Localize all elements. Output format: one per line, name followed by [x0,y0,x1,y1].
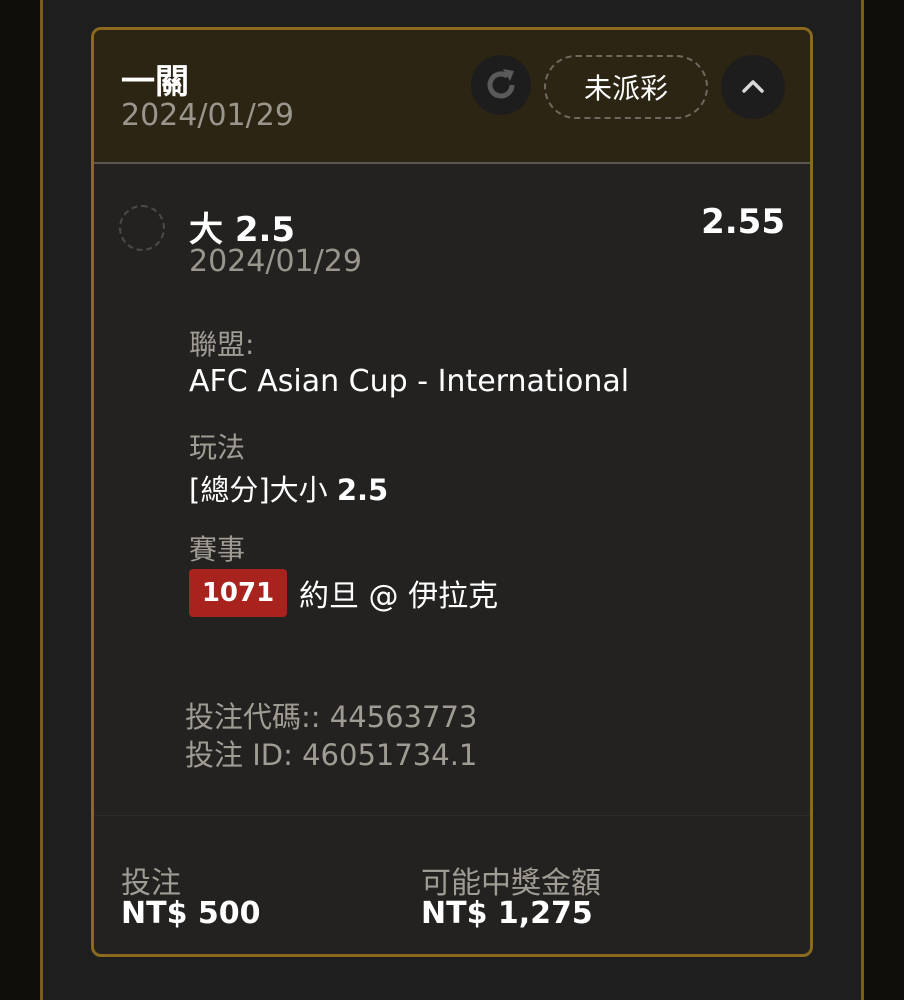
collapse-button[interactable] [721,55,785,119]
bet-type-title: 一關 [121,62,189,102]
league-value: AFC Asian Cup - International [189,364,630,399]
league-label: 聯盟: [189,328,255,361]
stake-value: NT$ 500 [121,896,261,931]
event-name: 約旦 @ 伊拉克 [299,579,499,614]
bet-slip-card: 一關 2024/01/29 未派彩 大 2.5 2.55 2024/01/29 … [91,27,813,957]
selection-odds: 2.55 [701,202,785,242]
chevron-up-icon [742,80,764,93]
refresh-button[interactable] [471,55,531,115]
selection-date: 2024/01/29 [189,244,362,279]
bet-type-label: 玩法 [189,431,246,464]
bet-slip-header[interactable]: 一關 2024/01/29 未派彩 [94,30,810,164]
bet-id: 投注 ID: 46051734.1 [185,738,478,772]
bet-type-value: [總分]大小 2.5 [189,467,388,509]
footer-divider [94,815,810,816]
event-row: 1071 約旦 @ 伊拉克 [189,569,498,617]
refresh-icon [487,69,515,99]
selection-checkbox[interactable] [119,205,165,251]
payout-value: NT$ 1,275 [421,896,593,931]
event-label: 賽事 [189,533,246,566]
bet-date: 2024/01/29 [121,98,294,133]
bet-type-value-line: 2.5 [336,473,389,507]
event-code-badge: 1071 [189,569,287,617]
bet-code: 投注代碼:: 44563773 [185,700,478,734]
status-badge[interactable]: 未派彩 [544,55,708,119]
bet-type-value-prefix: [總分]大小 [189,473,328,507]
